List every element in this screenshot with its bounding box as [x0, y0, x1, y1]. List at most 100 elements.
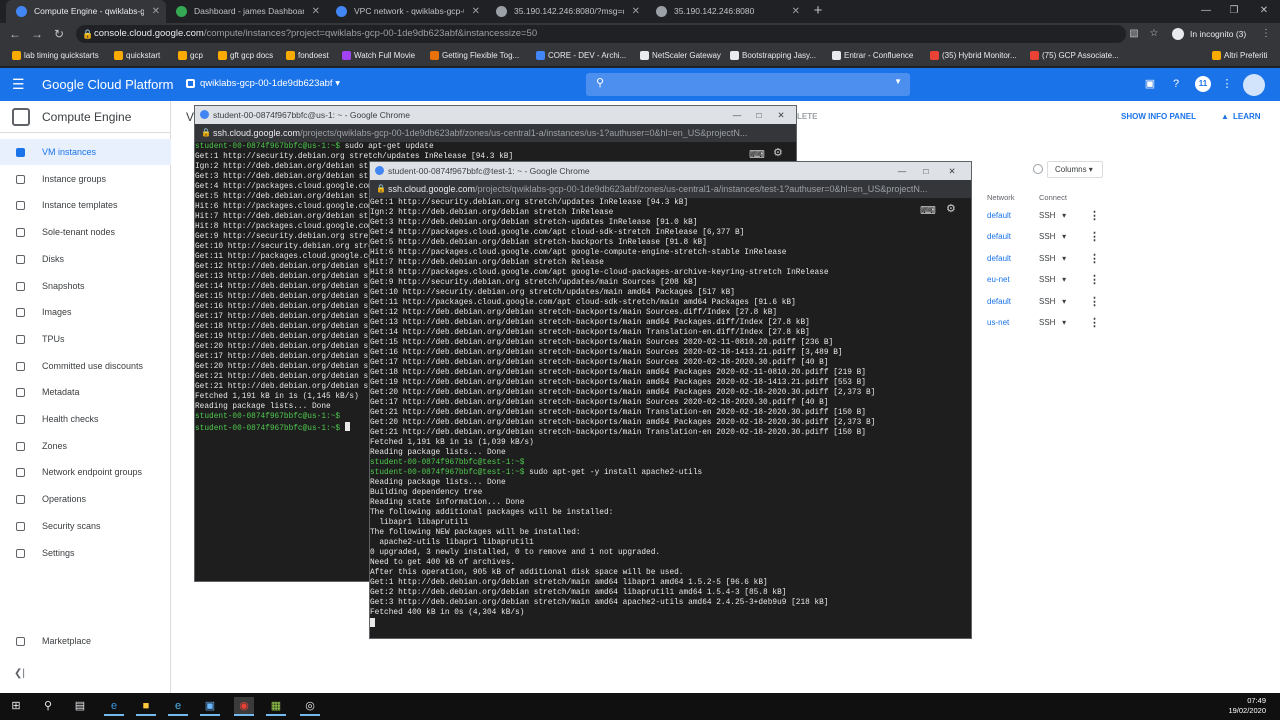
chevron-down-icon[interactable]: ▾ [1055, 275, 1066, 284]
system-clock[interactable]: 07:49 19/02/2020 [1228, 696, 1266, 716]
column-help-icon[interactable] [1033, 164, 1043, 174]
cloud-shell-icon[interactable]: ▣ [1143, 77, 1157, 91]
row-menu-icon[interactable]: ⋮ [1089, 295, 1100, 308]
bookmark-item[interactable]: lab timing quickstarts [12, 45, 99, 67]
show-info-panel-button[interactable]: SHOW INFO PANEL [1121, 112, 1196, 121]
ssh-button[interactable]: SSH ▾ [1039, 275, 1066, 284]
bookmark-item[interactable]: (35) Hybrid Monitor... [930, 45, 1017, 67]
sidebar-item-instance-groups[interactable]: Instance groups [0, 166, 171, 192]
collapse-sidebar-icon[interactable]: ❮| [14, 668, 25, 679]
gcp-logo-title[interactable]: Google Cloud Platform [42, 77, 174, 92]
search-icon[interactable]: ⚲ [38, 697, 58, 716]
sidebar-item-sole-tenant-nodes[interactable]: Sole-tenant nodes [0, 219, 171, 245]
sidebar-item-tpus[interactable]: TPUs [0, 326, 171, 352]
network-cell[interactable]: default [987, 254, 1011, 263]
ssh-address-bar[interactable]: 🔒 ssh.cloud.google.com/projects/qwiklabs-… [370, 180, 971, 198]
bookmark-item[interactable]: Bootstrapping Jasy... [730, 45, 816, 67]
network-cell[interactable]: default [987, 211, 1011, 220]
row-menu-icon[interactable]: ⋮ [1089, 316, 1100, 329]
chevron-down-icon[interactable]: ▾ [1055, 211, 1066, 220]
ssh-window-titlebar[interactable]: student-00-0874f967bbfc@test-1: ~ - Goog… [370, 162, 971, 180]
delete-button[interactable]: LETE [797, 112, 817, 121]
column-header-network[interactable]: Network [987, 193, 1015, 202]
avatar[interactable] [1243, 74, 1265, 96]
ssh-button[interactable]: SSH ▾ [1039, 254, 1066, 263]
ssh-button[interactable]: SSH ▾ [1039, 318, 1066, 327]
ie-icon[interactable]: e [168, 697, 188, 716]
notifications-badge[interactable]: 11 [1195, 76, 1211, 92]
chevron-down-icon[interactable]: ▾ [1055, 254, 1066, 263]
sidebar-item-images[interactable]: Images [0, 299, 171, 325]
ssh-button[interactable]: SSH ▾ [1039, 232, 1066, 241]
ssh-window-titlebar[interactable]: student-00-0874f967bbfc@us-1: ~ - Google… [195, 106, 796, 124]
remote-desktop-icon[interactable]: ▣ [200, 697, 220, 716]
search-input[interactable]: ⚲ ▼ [586, 73, 910, 96]
sidebar-item-security-scans[interactable]: Security scans [0, 513, 171, 539]
tab-close-icon[interactable]: ✕ [472, 0, 480, 23]
file-explorer-icon[interactable]: ■ [136, 697, 156, 716]
row-menu-icon[interactable]: ⋮ [1089, 273, 1100, 286]
ssh-button[interactable]: SSH ▾ [1039, 211, 1066, 220]
sidebar-item-metadata[interactable]: Metadata [0, 379, 171, 405]
terminal-output[interactable]: Get:1 http://security.debian.org stretch… [370, 198, 971, 628]
network-cell[interactable]: us-net [987, 318, 1009, 327]
address-bar[interactable]: 🔒 console.cloud.google.com/compute/insta… [76, 25, 1126, 43]
sidebar-item-settings[interactable]: Settings [0, 540, 171, 566]
tab-0[interactable]: Compute Engine - qwiklabs-gcp- ✕ [6, 0, 166, 23]
windows-start-icon[interactable]: ⊞ [6, 697, 26, 716]
bookmark-item[interactable]: quickstart [114, 45, 160, 67]
minimize-icon[interactable]: — [726, 106, 748, 124]
tab-1[interactable]: Dashboard - james Dashboard ✕ [166, 0, 326, 23]
new-tab-button[interactable]: + [810, 0, 826, 23]
menu-icon[interactable]: ⋮ [1258, 26, 1274, 42]
chevron-down-icon[interactable]: ▾ [1055, 318, 1066, 327]
notepad-icon[interactable]: ▦ [266, 697, 286, 716]
sidebar-item-committed-use-discounts[interactable]: Committed use discounts [0, 353, 171, 379]
bookmark-item[interactable]: gcp [178, 45, 203, 67]
maximize-icon[interactable]: □ [915, 162, 937, 180]
sidebar-item-vm-instances[interactable]: VM instances [0, 139, 171, 165]
row-menu-icon[interactable]: ⋮ [1089, 209, 1100, 222]
row-menu-icon[interactable]: ⋮ [1089, 230, 1100, 243]
sidebar-item-disks[interactable]: Disks [0, 246, 171, 272]
bookmark-item[interactable]: Watch Full Movie [342, 45, 415, 67]
learn-button[interactable]: ▲ LEARN [1221, 112, 1261, 121]
close-icon[interactable]: ✕ [941, 162, 963, 180]
sidebar-item-zones[interactable]: Zones [0, 433, 171, 459]
network-cell[interactable]: default [987, 297, 1011, 306]
columns-dropdown[interactable]: Columns ▾ [1047, 161, 1103, 178]
help-icon[interactable]: ? [1169, 77, 1183, 91]
project-selector[interactable]: qwiklabs-gcp-00-1de9db623abf ▾ [186, 78, 340, 89]
chevron-down-icon[interactable]: ▾ [1055, 297, 1066, 306]
sidebar-item-operations[interactable]: Operations [0, 486, 171, 512]
chevron-down-icon[interactable]: ▾ [1055, 232, 1066, 241]
back-icon[interactable]: ← [6, 25, 24, 43]
bookmark-item[interactable]: gft gcp docs [218, 45, 273, 67]
star-icon[interactable]: ☆ [1146, 26, 1162, 42]
more-vert-icon[interactable]: ⋮ [1220, 77, 1234, 91]
chrome-icon[interactable]: ◉ [234, 697, 254, 716]
sidebar-item-marketplace[interactable]: Marketplace [0, 628, 171, 654]
hamburger-menu-icon[interactable]: ☰ [12, 76, 28, 92]
other-bookmarks[interactable]: Altri Preferiti [1212, 45, 1268, 67]
minimize-icon[interactable]: — [891, 162, 913, 180]
sidebar-item-snapshots[interactable]: Snapshots [0, 273, 171, 299]
forward-icon[interactable]: → [28, 25, 46, 43]
tab-close-icon[interactable]: ✕ [632, 0, 640, 23]
network-cell[interactable]: default [987, 232, 1011, 241]
network-cell[interactable]: eu-net [987, 275, 1010, 284]
maximize-icon[interactable]: □ [748, 106, 770, 124]
sidebar-item-network-endpoint-groups[interactable]: Network endpoint groups [0, 459, 171, 485]
bookmark-item[interactable]: fondoest [286, 45, 329, 67]
tab-3[interactable]: 35.190.142.246:8080/?msg=dog ✕ [486, 0, 646, 23]
ssh-address-bar[interactable]: 🔒 ssh.cloud.google.com/projects/qwiklabs-… [195, 124, 796, 142]
bookmark-item[interactable]: Entrar - Confluence [832, 45, 913, 67]
obs-icon[interactable]: ◎ [300, 697, 320, 716]
reload-icon[interactable]: ↻ [50, 25, 68, 43]
tab-close-icon[interactable]: ✕ [312, 0, 320, 23]
task-view-icon[interactable]: ▤ [70, 697, 90, 716]
tab-close-icon[interactable]: ✕ [152, 0, 160, 23]
ssh-window-test-1[interactable]: student-00-0874f967bbfc@test-1: ~ - Goog… [369, 161, 972, 639]
incognito-indicator[interactable]: In incognito (3) [1172, 26, 1246, 42]
row-menu-icon[interactable]: ⋮ [1089, 252, 1100, 265]
